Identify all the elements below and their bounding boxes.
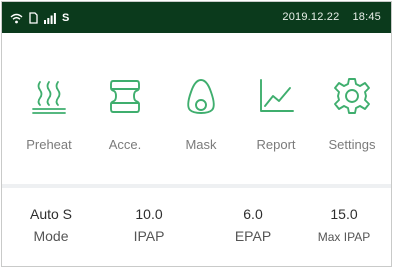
menu-item-label: Settings (328, 137, 376, 152)
menu-item-label: Preheat (26, 137, 72, 152)
line-chart-icon (260, 79, 294, 112)
status-time: 18:45 (352, 11, 381, 23)
status-date: 2019.12.22 (282, 11, 340, 23)
menu-item-label: Mask (185, 137, 217, 152)
mask-icon (187, 79, 215, 114)
menu-item-settings[interactable]: Settings (315, 76, 389, 152)
main-menu: Preheat Acce. Mask Report Settings (2, 33, 391, 183)
param-value: Auto S (29, 206, 73, 222)
menu-item-mask[interactable]: Mask (164, 76, 238, 152)
menu-item-label: Report (256, 137, 296, 152)
param-epap: 6.0 EPAP (213, 206, 293, 244)
humidifier-chamber-icon (110, 80, 140, 113)
param-value: 6.0 (243, 206, 263, 222)
param-mode: Auto S Mode (11, 206, 91, 244)
status-datetime: 2019.12.22 18:45 (282, 11, 381, 23)
signal-icon (44, 12, 56, 24)
param-label: Max IPAP (317, 230, 371, 244)
param-label: EPAP (234, 228, 272, 244)
status-bar: S 2019.12.22 18:45 (2, 2, 391, 33)
param-value: 15.0 (330, 206, 358, 222)
device-screen: S 2019.12.22 18:45 Preheat Acce. Mask Re… (1, 1, 392, 267)
param-ipap: 10.0 IPAP (109, 206, 189, 244)
sim-card-icon (29, 12, 38, 24)
param-value: 10.0 (135, 206, 163, 222)
param-label: IPAP (133, 228, 165, 244)
menu-item-label: Acce. (108, 137, 142, 152)
menu-item-report[interactable]: Report (239, 76, 313, 152)
carrier-label: S (62, 12, 70, 24)
menu-item-preheat[interactable]: Preheat (12, 76, 86, 152)
therapy-parameters: Auto S Mode 10.0 IPAP 6.0 EPAP 15.0 Max … (2, 188, 391, 266)
param-max-ipap: 15.0 Max IPAP (304, 206, 384, 244)
gear-icon (334, 78, 370, 114)
status-icons: S (10, 11, 69, 25)
heat-waves-icon (32, 81, 66, 114)
param-label: Mode (33, 228, 69, 244)
menu-item-acce[interactable]: Acce. (88, 76, 162, 152)
wifi-icon (10, 13, 23, 23)
